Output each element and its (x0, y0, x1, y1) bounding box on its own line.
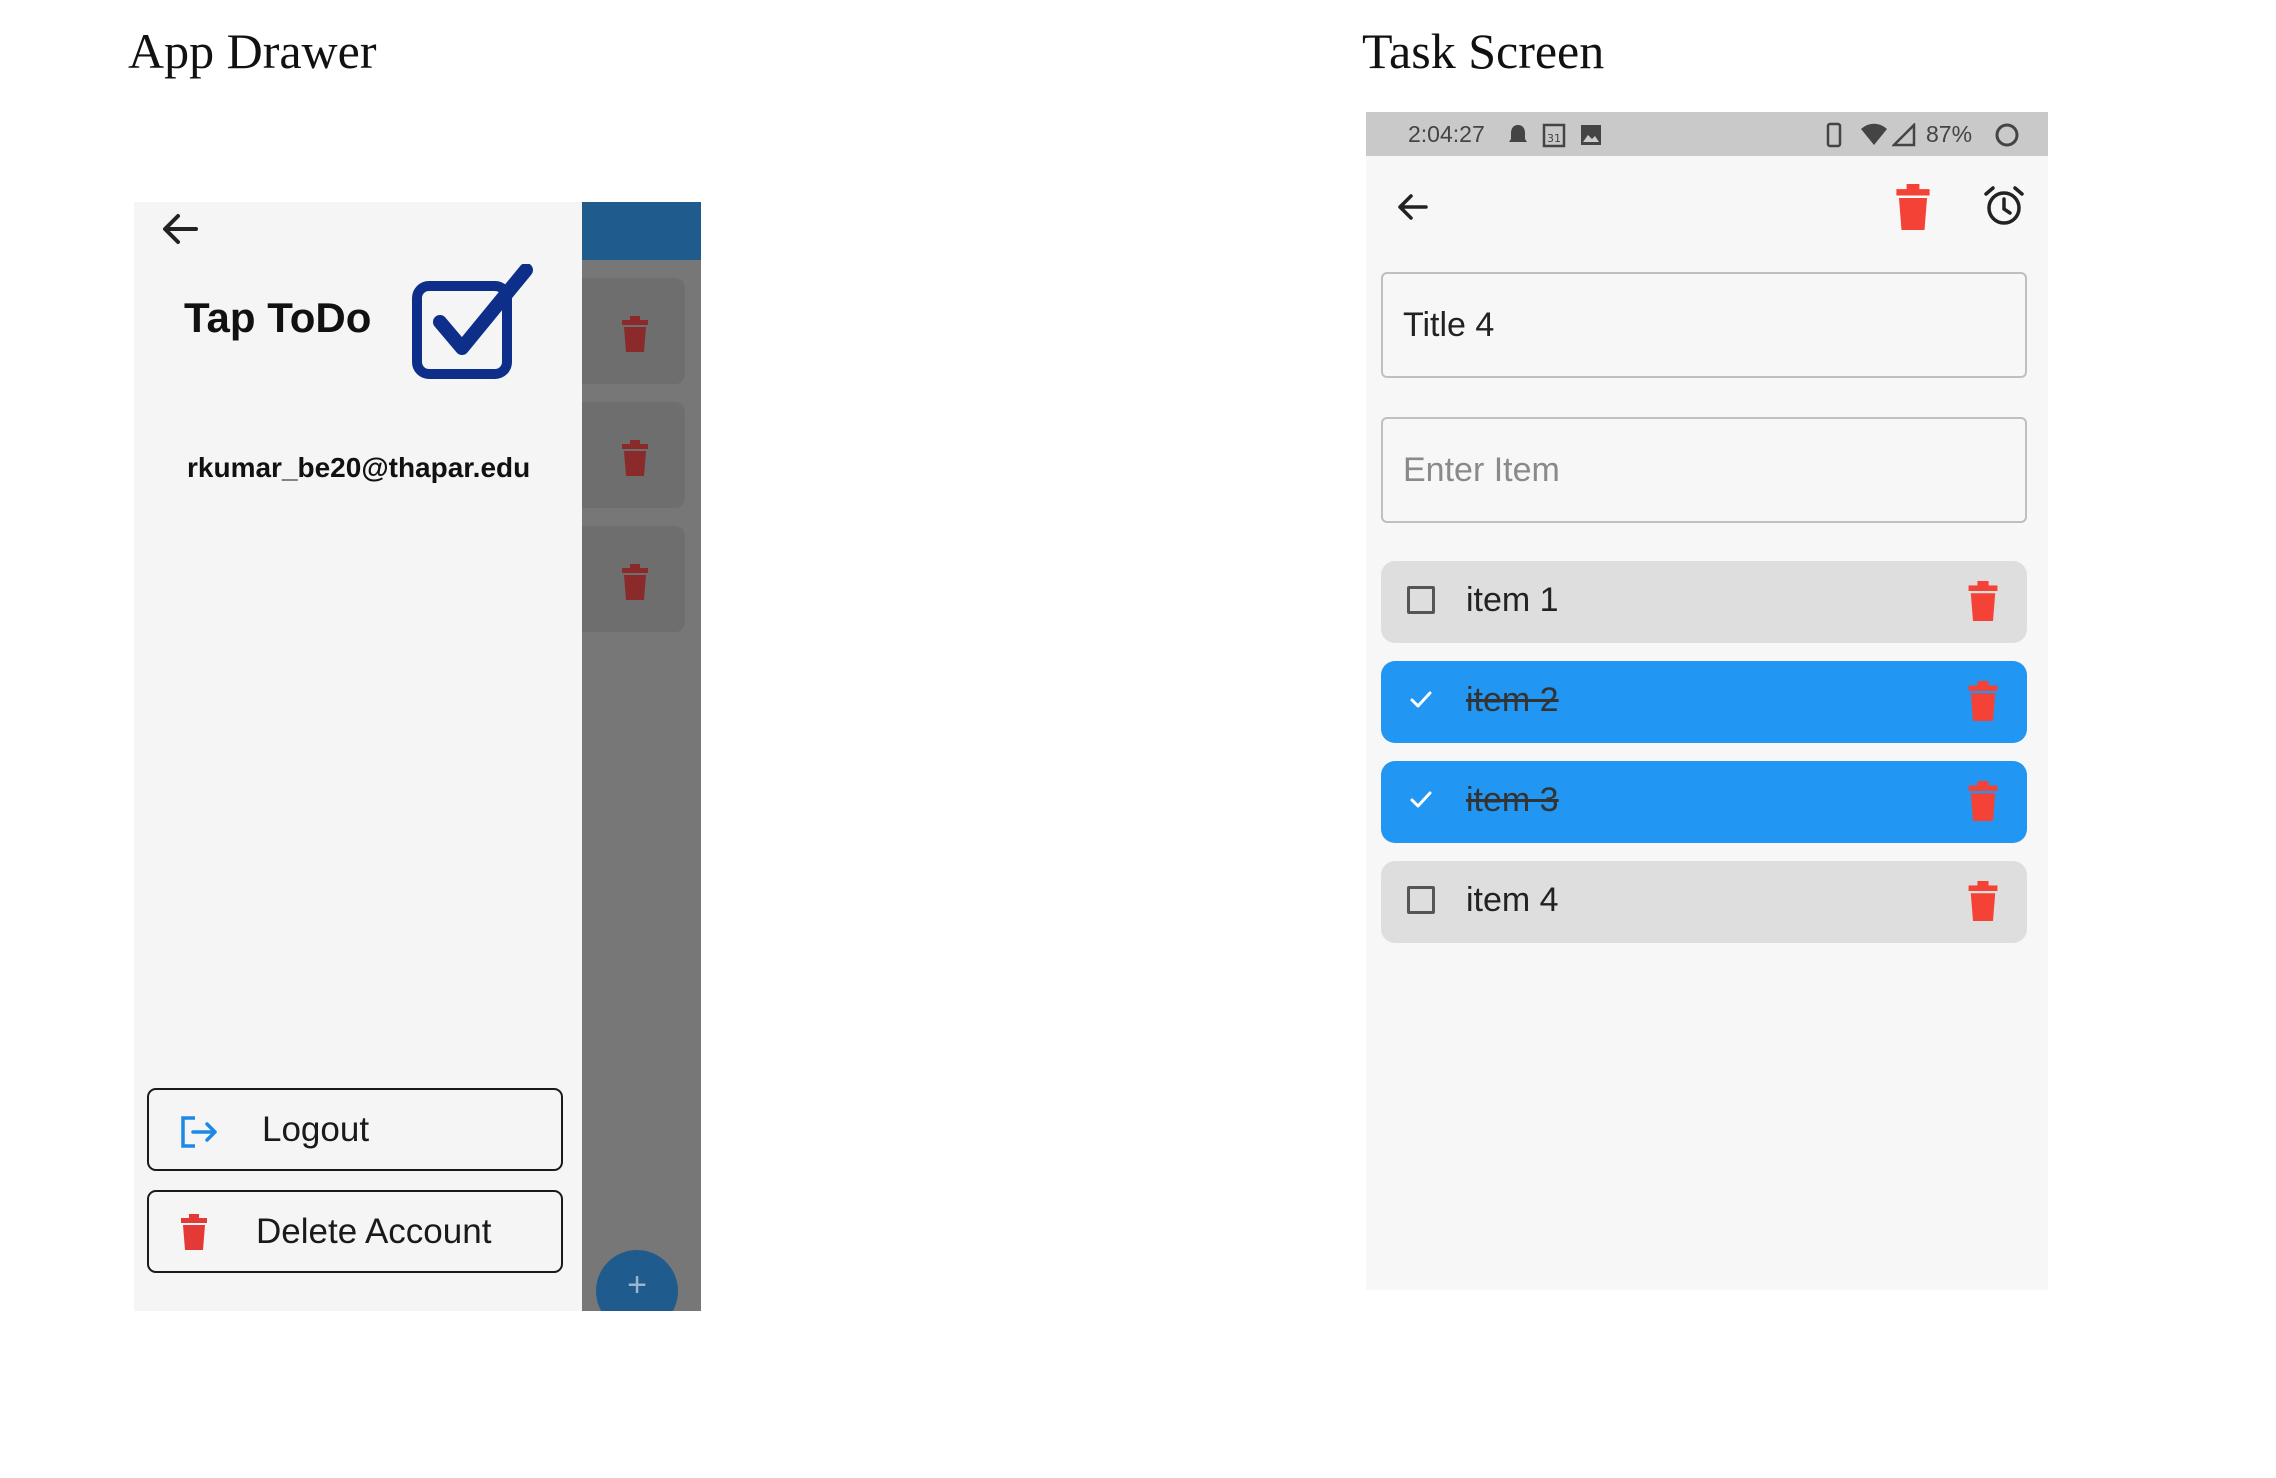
checkbox[interactable] (1407, 586, 1435, 614)
underlying-app-bar (582, 202, 701, 260)
trash-icon[interactable] (1968, 681, 1998, 726)
task-screen-screenshot: 2:04:27 31 87% Title 4 Enter Item item 1… (1366, 112, 2048, 1290)
underlying-task-card (582, 526, 685, 632)
item-label: item 1 (1466, 581, 1559, 619)
delete-task-icon[interactable] (1896, 184, 1930, 235)
app-drawer-screenshot: + Tap ToDo rkumar_be20@thapar.edu Logout… (134, 202, 701, 1311)
checkbox[interactable] (1407, 886, 1435, 914)
item-label: item 4 (1466, 881, 1559, 919)
logout-icon (179, 1114, 219, 1155)
status-time: 2:04:27 (1408, 121, 1485, 147)
item-label: item 2 (1466, 681, 1559, 719)
trash-icon[interactable] (1968, 781, 1998, 826)
phone-icon (1826, 122, 1842, 154)
checkbox-logo-icon (412, 263, 534, 380)
title-field[interactable] (1381, 272, 2027, 378)
battery-percent: 87% (1926, 121, 1973, 147)
list-item[interactable]: item 2 (1381, 661, 2027, 743)
svg-text:31: 31 (1547, 132, 1561, 145)
back-arrow-icon[interactable] (156, 204, 206, 254)
trash-icon (622, 564, 648, 605)
delete-account-button[interactable]: Delete Account (147, 1190, 563, 1273)
user-email: rkumar_be20@thapar.edu (187, 452, 531, 483)
enter-item-input[interactable] (1403, 419, 2003, 521)
checkbox[interactable] (1407, 786, 1435, 814)
trash-icon (622, 440, 648, 481)
trash-icon[interactable] (1968, 881, 1998, 926)
notification-icon (1506, 123, 1530, 153)
add-task-fab[interactable]: + (596, 1250, 678, 1311)
list-item[interactable]: item 1 (1381, 561, 2027, 643)
logout-label: Logout (262, 1110, 370, 1149)
wifi-icon (1860, 123, 1888, 153)
trash-icon (181, 1214, 207, 1255)
alarm-icon[interactable] (1980, 182, 2028, 235)
delete-account-label: Delete Account (256, 1212, 492, 1251)
app-title: Tap ToDo (184, 294, 372, 341)
enter-item-field[interactable] (1381, 417, 2027, 523)
title-input[interactable] (1403, 274, 2003, 376)
drawer-scrim[interactable]: + (582, 202, 701, 1311)
image-icon (1580, 124, 1602, 152)
underlying-task-card (582, 402, 685, 508)
checkbox[interactable] (1407, 686, 1435, 714)
list-item[interactable]: item 3 (1381, 761, 2027, 843)
logout-button[interactable]: Logout (147, 1088, 563, 1171)
underlying-task-card (582, 278, 685, 384)
navigation-drawer: Tap ToDo rkumar_be20@thapar.edu Logout D… (134, 202, 582, 1311)
status-bar: 2:04:27 31 87% (1366, 112, 2048, 156)
trash-icon (622, 316, 648, 357)
signal-icon (1890, 121, 1916, 153)
task-screen-caption: Task Screen (1362, 23, 1605, 79)
back-arrow-icon[interactable] (1388, 182, 1438, 232)
calendar-icon: 31 (1542, 122, 1566, 154)
trash-icon[interactable] (1968, 581, 1998, 626)
sync-icon (1994, 122, 2020, 154)
item-label: item 3 (1466, 781, 1559, 819)
app-drawer-caption: App Drawer (128, 23, 377, 79)
list-item[interactable]: item 4 (1381, 861, 2027, 943)
